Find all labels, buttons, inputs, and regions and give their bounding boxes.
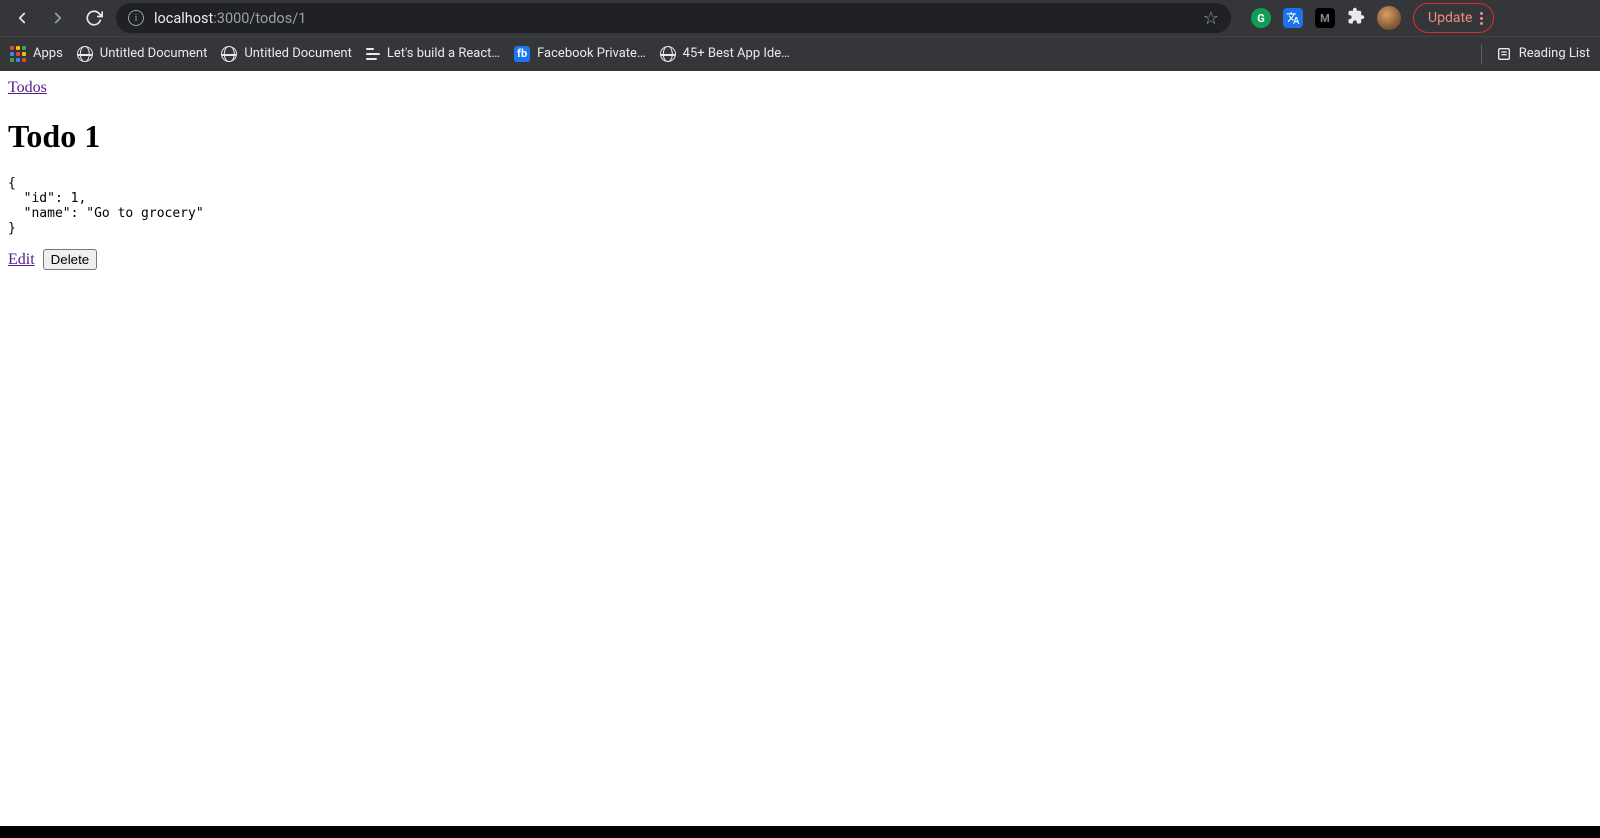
- bookmark-star-icon[interactable]: ☆: [1203, 8, 1219, 29]
- extensions-menu-icon[interactable]: [1347, 7, 1365, 29]
- reading-list-label: Reading List: [1519, 46, 1590, 61]
- bookmark-label: Let's build a React…: [387, 46, 500, 61]
- page-viewport: Todos Todo 1 { "id": 1, "name": "Go to g…: [0, 71, 1600, 826]
- medium-extension-icon[interactable]: M: [1315, 8, 1335, 28]
- address-bar[interactable]: i localhost:3000/todos/1 ☆: [116, 3, 1231, 33]
- browser-menu-icon[interactable]: [1480, 12, 1483, 25]
- bookmark-label: Facebook Private…: [537, 46, 646, 61]
- reading-list-icon: [1496, 46, 1512, 62]
- globe-icon: [77, 46, 93, 62]
- toolbar-row: i localhost:3000/todos/1 ☆ G M Update: [0, 0, 1600, 36]
- bottom-bar: [0, 826, 1600, 838]
- forward-button[interactable]: [44, 4, 72, 32]
- apps-grid-icon: [10, 46, 26, 62]
- bookmark-label: Untitled Document: [100, 46, 208, 61]
- google-translate-extension-icon[interactable]: [1283, 8, 1303, 28]
- page-body: Todos Todo 1 { "id": 1, "name": "Go to g…: [8, 79, 1592, 270]
- globe-icon: [221, 46, 237, 62]
- facebook-icon: fb: [514, 46, 530, 62]
- bookmark-label: 45+ Best App Ide…: [683, 46, 790, 61]
- bookmark-item[interactable]: Untitled Document: [221, 46, 352, 62]
- bookmark-label: Untitled Document: [244, 46, 352, 61]
- bookmark-item[interactable]: Let's build a React…: [366, 46, 500, 61]
- update-label: Update: [1428, 10, 1472, 26]
- bookmarks-divider: [1481, 44, 1482, 64]
- reading-list-button[interactable]: Reading List: [1496, 46, 1590, 62]
- profile-avatar-icon[interactable]: [1377, 6, 1401, 30]
- list-icon: [366, 48, 380, 60]
- globe-icon: [660, 46, 676, 62]
- extension-icons: G M Update: [1251, 3, 1494, 33]
- reload-button[interactable]: [80, 4, 108, 32]
- bookmark-item[interactable]: 45+ Best App Ide…: [660, 46, 790, 62]
- actions-row: Edit Delete: [8, 249, 1592, 270]
- browser-chrome: i localhost:3000/todos/1 ☆ G M Update: [0, 0, 1600, 71]
- bookmark-item[interactable]: fb Facebook Private…: [514, 46, 646, 62]
- delete-button[interactable]: Delete: [43, 249, 98, 270]
- apps-label: Apps: [33, 46, 63, 61]
- page-title: Todo 1: [8, 118, 1592, 155]
- edit-link[interactable]: Edit: [8, 251, 35, 269]
- back-button[interactable]: [8, 4, 36, 32]
- grammarly-extension-icon[interactable]: G: [1251, 8, 1271, 28]
- update-button[interactable]: Update: [1413, 3, 1494, 33]
- address-text: localhost:3000/todos/1: [154, 10, 1193, 27]
- site-info-icon[interactable]: i: [128, 10, 144, 26]
- apps-shortcut[interactable]: Apps: [10, 46, 63, 62]
- bookmark-item[interactable]: Untitled Document: [77, 46, 208, 62]
- bookmarks-bar: Apps Untitled Document Untitled Document…: [0, 36, 1600, 70]
- todos-link[interactable]: Todos: [8, 79, 47, 96]
- todo-json-dump: { "id": 1, "name": "Go to grocery" }: [8, 176, 1592, 236]
